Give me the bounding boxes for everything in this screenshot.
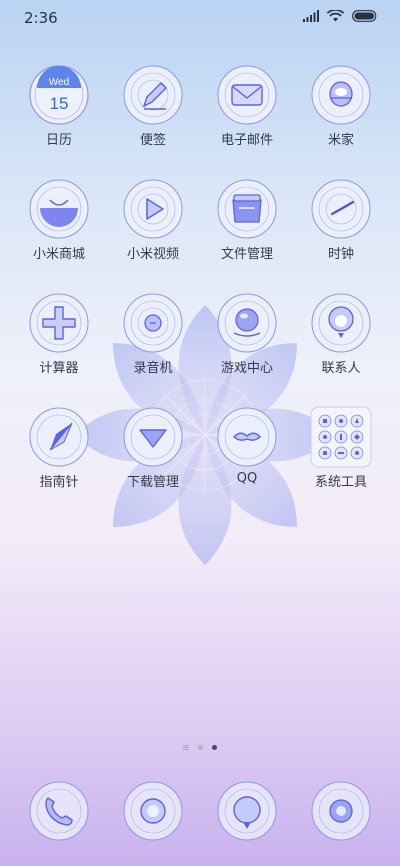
recorder-icon <box>122 292 184 354</box>
app-mi-home[interactable]: 米家 <box>298 64 384 148</box>
status-icons <box>303 10 378 22</box>
app-notes[interactable]: 便签 <box>110 64 196 148</box>
app-row: Wed 15 日历 便签 电子邮件 米家 <box>0 64 400 178</box>
app-label: 小米视频 <box>126 247 179 262</box>
page-indicator-dot-active[interactable] <box>212 745 217 750</box>
app-clock[interactable]: 时钟 <box>298 178 384 262</box>
app-contacts[interactable]: 联系人 <box>298 292 384 376</box>
camera-icon <box>310 780 372 842</box>
contacts-icon <box>310 292 372 354</box>
app-label: 下载管理 <box>126 475 179 490</box>
page-indicator-dot[interactable] <box>198 745 203 750</box>
browser-icon <box>216 780 278 842</box>
dock-camera[interactable] <box>298 780 384 842</box>
download-icon <box>122 406 184 468</box>
app-recorder[interactable]: 录音机 <box>110 292 196 376</box>
video-icon <box>122 178 184 240</box>
messages-icon <box>122 780 184 842</box>
battery-icon <box>352 10 377 22</box>
status-time: 2:36 <box>24 9 58 27</box>
app-game-center[interactable]: 游戏中心 <box>204 292 290 376</box>
app-label: 系统工具 <box>314 475 367 490</box>
system-tools-folder-icon <box>310 406 372 468</box>
clock-icon <box>310 178 372 240</box>
calendar-icon: Wed 15 <box>28 64 90 126</box>
page-indicator[interactable] <box>0 745 400 750</box>
app-mi-store[interactable]: 小米商城 <box>16 178 102 262</box>
mi-store-icon <box>28 178 90 240</box>
page-indicator-home[interactable] <box>183 745 189 750</box>
wifi-icon <box>327 10 344 22</box>
app-calendar[interactable]: Wed 15 日历 <box>16 64 102 148</box>
phone-icon <box>28 780 90 842</box>
file-manager-icon <box>216 178 278 240</box>
app-grid: Wed 15 日历 便签 电子邮件 米家 小米商城 小米视频 文件管理 时钟 计… <box>0 64 400 520</box>
status-bar: 2:36 <box>0 0 400 36</box>
compass-icon <box>28 406 90 468</box>
app-row: 指南针 下载管理 QQ 系统工具 <box>0 406 400 520</box>
dock-messages[interactable] <box>110 780 196 842</box>
app-label: 便签 <box>139 133 166 148</box>
signal-icon <box>303 10 319 22</box>
calendar-weekday: Wed <box>49 77 69 88</box>
email-icon <box>216 64 278 126</box>
app-label: QQ <box>236 471 258 486</box>
calculator-icon <box>28 292 90 354</box>
app-label: 游戏中心 <box>220 361 273 376</box>
app-label: 电子邮件 <box>220 133 273 148</box>
app-row: 计算器 录音机 游戏中心 联系人 <box>0 292 400 406</box>
dock-phone[interactable] <box>16 780 102 842</box>
calendar-day: 15 <box>50 94 69 113</box>
game-center-icon <box>216 292 278 354</box>
app-label: 指南针 <box>39 475 79 490</box>
app-label: 计算器 <box>39 361 79 376</box>
app-label: 联系人 <box>321 361 361 376</box>
app-file-manager[interactable]: 文件管理 <box>204 178 290 262</box>
app-email[interactable]: 电子邮件 <box>204 64 290 148</box>
app-label: 文件管理 <box>220 247 273 262</box>
mi-home-icon <box>310 64 372 126</box>
app-label: 日历 <box>45 133 72 148</box>
dock <box>0 780 400 844</box>
app-compass[interactable]: 指南针 <box>16 406 102 490</box>
app-mi-video[interactable]: 小米视频 <box>110 178 196 262</box>
app-label: 时钟 <box>327 247 354 262</box>
qq-icon <box>216 406 278 468</box>
app-label: 录音机 <box>133 361 173 376</box>
app-qq[interactable]: QQ <box>204 406 290 486</box>
app-label: 米家 <box>327 133 354 148</box>
app-system-tools-folder[interactable]: 系统工具 <box>298 406 384 490</box>
notes-icon <box>122 64 184 126</box>
app-calculator[interactable]: 计算器 <box>16 292 102 376</box>
dock-browser[interactable] <box>204 780 290 842</box>
app-label: 小米商城 <box>32 247 85 262</box>
app-row: 小米商城 小米视频 文件管理 时钟 <box>0 178 400 292</box>
app-download-manager[interactable]: 下载管理 <box>110 406 196 490</box>
